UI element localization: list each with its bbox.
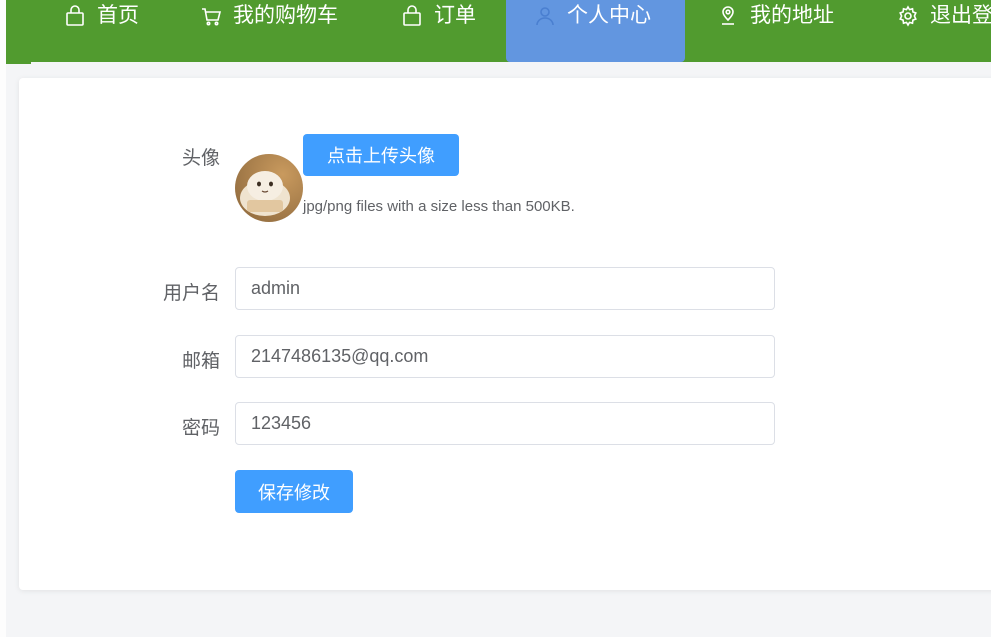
password-label: 密码 bbox=[181, 418, 220, 439]
page-left-edge bbox=[0, 0, 6, 637]
nav-underline bbox=[6, 62, 31, 64]
nav-item-address[interactable]: 我的地址 bbox=[717, 0, 834, 62]
nav-label: 我的地址 bbox=[750, 4, 834, 27]
nav-item-orders[interactable]: 订单 bbox=[401, 0, 476, 62]
nav-item-home[interactable]: 首页 bbox=[64, 0, 139, 62]
user-icon bbox=[534, 5, 556, 27]
nav-item-logout[interactable]: 退出登 bbox=[897, 0, 991, 62]
top-navigation-bar: 首页 我的购物车 订单 个人中心 我的地址 退出登 bbox=[6, 0, 991, 62]
upload-tip: jpg/png files with a size less than 500K… bbox=[303, 198, 575, 215]
shopping-bag-icon bbox=[64, 5, 86, 27]
shopping-bag-icon bbox=[401, 5, 423, 27]
save-button[interactable]: 保存修改 bbox=[235, 470, 353, 513]
email-label: 邮箱 bbox=[181, 351, 220, 372]
avatar-label: 头像 bbox=[181, 148, 220, 169]
username-input[interactable] bbox=[235, 267, 775, 310]
gear-icon bbox=[897, 5, 919, 27]
upload-avatar-button[interactable]: 点击上传头像 bbox=[303, 134, 459, 176]
nav-label: 我的购物车 bbox=[233, 4, 338, 27]
password-input[interactable] bbox=[235, 402, 775, 445]
nav-label: 订单 bbox=[434, 4, 476, 27]
avatar[interactable] bbox=[235, 154, 303, 222]
cart-icon bbox=[200, 5, 222, 27]
location-icon bbox=[717, 5, 739, 27]
nav-item-profile[interactable]: 个人中心 bbox=[506, 0, 685, 62]
username-label: 用户名 bbox=[162, 283, 220, 304]
nav-label: 退出登 bbox=[930, 4, 991, 27]
nav-item-cart[interactable]: 我的购物车 bbox=[200, 0, 338, 62]
email-input[interactable] bbox=[235, 335, 775, 378]
nav-label: 首页 bbox=[97, 4, 139, 27]
nav-label: 个人中心 bbox=[567, 4, 651, 27]
